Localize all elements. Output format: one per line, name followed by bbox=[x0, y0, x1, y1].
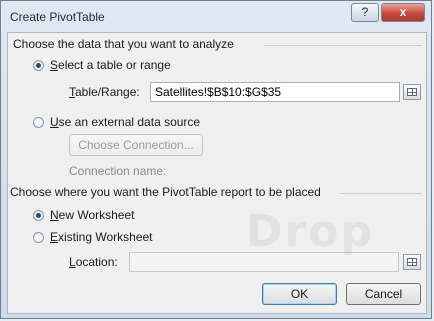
close-button[interactable]: x bbox=[381, 3, 425, 22]
choose-connection-button[interactable]: Choose Connection... bbox=[69, 134, 203, 156]
existing-worksheet-label[interactable]: Existing Worksheet bbox=[50, 230, 153, 244]
new-worksheet-label[interactable]: New Worksheet bbox=[50, 208, 134, 222]
location-input[interactable] bbox=[129, 252, 399, 272]
existing-worksheet-radio[interactable] bbox=[33, 232, 44, 243]
connection-name-label: Connection name: bbox=[69, 164, 167, 178]
title-bar[interactable]: Create PivotTable ? x bbox=[1, 1, 431, 33]
new-worksheet-radio[interactable] bbox=[33, 210, 44, 221]
location-collapse-button[interactable] bbox=[403, 254, 421, 270]
dialog-body: Choose the data that you want to analyze… bbox=[7, 32, 427, 314]
data-section-heading: Choose the data that you want to analyze bbox=[13, 37, 234, 51]
dialog-title: Create PivotTable bbox=[10, 10, 105, 24]
section-divider bbox=[340, 193, 422, 194]
external-source-radio[interactable] bbox=[33, 117, 44, 128]
location-label: Location: bbox=[69, 255, 118, 269]
section-divider bbox=[264, 45, 422, 46]
external-source-label[interactable]: Use an external data source bbox=[50, 115, 200, 129]
create-pivottable-dialog: Create PivotTable ? x Choose the data th… bbox=[0, 0, 432, 319]
ok-button[interactable]: OK bbox=[262, 283, 337, 305]
placement-section-heading: Choose where you want the PivotTable rep… bbox=[10, 185, 321, 199]
table-range-collapse-button[interactable] bbox=[403, 84, 421, 100]
select-table-label[interactable]: Select a table or range bbox=[50, 58, 171, 72]
cancel-button[interactable]: Cancel bbox=[346, 283, 421, 305]
table-range-input[interactable]: Satellites!$B$10:$G$35 bbox=[150, 82, 400, 102]
table-range-label: Table/Range: bbox=[69, 85, 140, 99]
select-table-radio[interactable] bbox=[33, 60, 44, 71]
collapse-dialog-icon bbox=[407, 258, 417, 266]
collapse-dialog-icon bbox=[407, 88, 417, 96]
help-button[interactable]: ? bbox=[351, 3, 379, 22]
